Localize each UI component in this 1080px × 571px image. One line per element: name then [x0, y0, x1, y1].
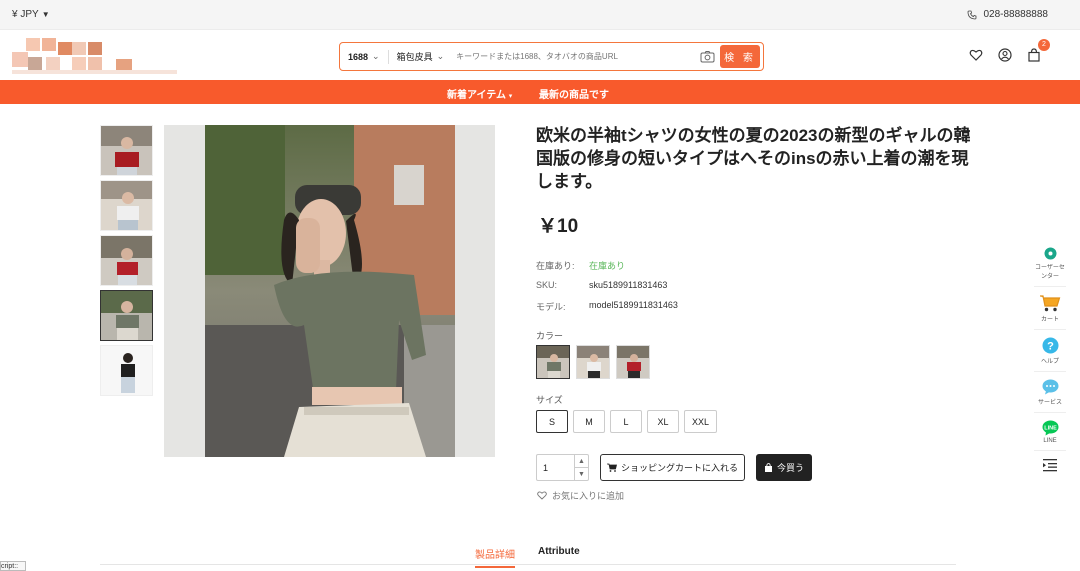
help-icon: ?: [1042, 337, 1058, 354]
main-product-image[interactable]: [164, 125, 495, 457]
site-logo[interactable]: [12, 36, 177, 76]
floating-sidebar: コーザーセンター カート ? ヘルプ サービス LINE LINE: [1034, 247, 1066, 477]
sku-label: SKU:: [536, 280, 558, 290]
header: 1688 ⌄ 箱包皮具 ⌄ 検 索 2: [0, 30, 1080, 80]
quantity-stepper[interactable]: 1 ▲ ▼: [536, 454, 589, 481]
color-swatches: [536, 345, 650, 379]
size-options: S M L XL XXL: [536, 410, 718, 433]
collapse-menu-icon: [1043, 459, 1057, 472]
sidebar-item-help[interactable]: ? ヘルプ: [1034, 337, 1066, 372]
buy-now-button[interactable]: 今買う: [756, 454, 812, 481]
main-nav: 新着アイテム ▾ 最新の商品です: [0, 80, 1080, 104]
phone-number: 028-88888888: [983, 9, 1048, 20]
sidebar-item-line[interactable]: LINE LINE: [1034, 420, 1066, 451]
chat-icon: [1042, 379, 1058, 395]
cart-bag-icon[interactable]: 2: [1027, 39, 1050, 63]
sidebar-label: サービス: [1037, 400, 1062, 406]
model-label: モデル:: [536, 302, 566, 312]
bag-icon: [764, 463, 772, 472]
svg-text:?: ?: [1047, 341, 1054, 353]
cart-icon: [1040, 295, 1061, 312]
color-label: カラー: [536, 331, 564, 341]
size-option-xxl[interactable]: XXL: [684, 410, 718, 433]
stock-row: 在庫あり: 在庫あり: [536, 259, 625, 272]
nav-new-items[interactable]: 新着アイテム ▾: [447, 86, 512, 101]
sku-row: SKU: sku5189911831463: [536, 280, 667, 290]
model-row: モデル: model5189911831463: [536, 300, 678, 313]
color-swatch-selected[interactable]: [536, 345, 570, 379]
quantity-value[interactable]: 1: [543, 463, 548, 473]
cart-icon: [606, 463, 617, 472]
size-option-s[interactable]: S: [536, 410, 568, 433]
tab-product-details[interactable]: 製品詳細: [475, 546, 515, 568]
increment-icon[interactable]: ▲: [574, 455, 588, 468]
svg-text:LINE: LINE: [1044, 425, 1057, 431]
sidebar-item-user-center[interactable]: コーザーセンター: [1034, 247, 1066, 287]
size-option-m[interactable]: M: [573, 410, 605, 433]
sku-value: sku5189911831463: [589, 280, 668, 290]
model-value: model5189911831463: [589, 300, 678, 310]
search-button[interactable]: 検 索: [720, 45, 760, 68]
sidebar-item-service[interactable]: サービス: [1034, 379, 1066, 413]
product-thumbnail[interactable]: [100, 125, 153, 176]
line-icon: LINE: [1042, 420, 1058, 436]
thumbnail-list: [100, 125, 153, 400]
decrement-icon[interactable]: ▼: [574, 468, 588, 481]
size-label: サイズ: [536, 395, 563, 405]
search-bar: 1688 ⌄ 箱包皮具 ⌄ 検 索: [339, 42, 764, 71]
source-select-value: 1688: [348, 51, 369, 62]
buy-now-label: 今買う: [776, 463, 804, 473]
chevron-down-icon: ⌄: [372, 51, 380, 61]
menu-toggle[interactable]: [1034, 458, 1066, 477]
sidebar-label: カート: [1040, 317, 1059, 323]
search-input[interactable]: [452, 46, 698, 67]
product-thumbnail[interactable]: [100, 235, 153, 286]
caret-down-icon: ▼: [41, 10, 50, 19]
chevron-down-icon: ⌄: [436, 51, 445, 61]
sidebar-label: LINE: [1043, 438, 1057, 444]
heart-icon[interactable]: [969, 48, 984, 63]
phone-contact: 028-88888888: [967, 9, 1048, 20]
sidebar-label: ヘルプ: [1040, 359, 1059, 365]
heart-icon: [537, 491, 547, 500]
color-swatch[interactable]: [616, 345, 650, 379]
add-to-cart-button[interactable]: ショッピングカートに入れる: [600, 454, 745, 481]
category-select[interactable]: 箱包皮具 ⌄: [389, 50, 453, 63]
add-to-favorites[interactable]: お気に入りに追加: [537, 489, 624, 502]
add-to-cart-label: ショッピングカートに入れる: [620, 463, 738, 473]
chevron-down-icon: ▾: [508, 93, 513, 100]
color-swatch[interactable]: [576, 345, 610, 379]
user-center-icon: [1044, 247, 1056, 260]
sidebar-label: コーザーセンター: [1035, 265, 1065, 280]
product-thumbnail[interactable]: [100, 345, 153, 396]
nav-new-items-label: 新着アイテム: [447, 90, 506, 101]
debug-label: cript::: [0, 561, 26, 571]
stock-value: 在庫あり: [589, 261, 626, 271]
stock-label: 在庫あり:: [536, 261, 575, 271]
product-price: ￥10: [538, 216, 579, 237]
sidebar-item-cart[interactable]: カート: [1034, 294, 1066, 330]
header-icons: 2: [969, 39, 1050, 63]
detail-tabs: 製品詳細 Attribute: [100, 543, 956, 568]
size-option-l[interactable]: L: [610, 410, 642, 433]
nav-latest-products[interactable]: 最新の商品です: [539, 86, 609, 101]
cart-badge: 2: [1038, 39, 1050, 51]
account-icon[interactable]: [998, 48, 1013, 63]
category-select-value: 箱包皮具: [396, 52, 433, 62]
source-select[interactable]: 1688 ⌄: [340, 51, 388, 62]
product-thumbnail[interactable]: [100, 180, 153, 231]
tab-attribute[interactable]: Attribute: [538, 546, 580, 557]
currency-selector[interactable]: ¥ JPY ▼: [12, 9, 50, 20]
product-title: 欧米の半袖tシャツの女性の夏の2023の新型のギャルの韓国版の修身の短いタイプは…: [536, 126, 971, 191]
top-bar: ¥ JPY ▼ 028-88888888: [0, 0, 1080, 30]
size-option-xl[interactable]: XL: [647, 410, 679, 433]
product-thumbnail-selected[interactable]: [100, 290, 153, 341]
currency-label: ¥ JPY: [12, 9, 39, 20]
favorite-label: お気に入りに追加: [552, 491, 625, 501]
phone-icon: [968, 10, 977, 19]
camera-search-icon[interactable]: [698, 48, 716, 66]
